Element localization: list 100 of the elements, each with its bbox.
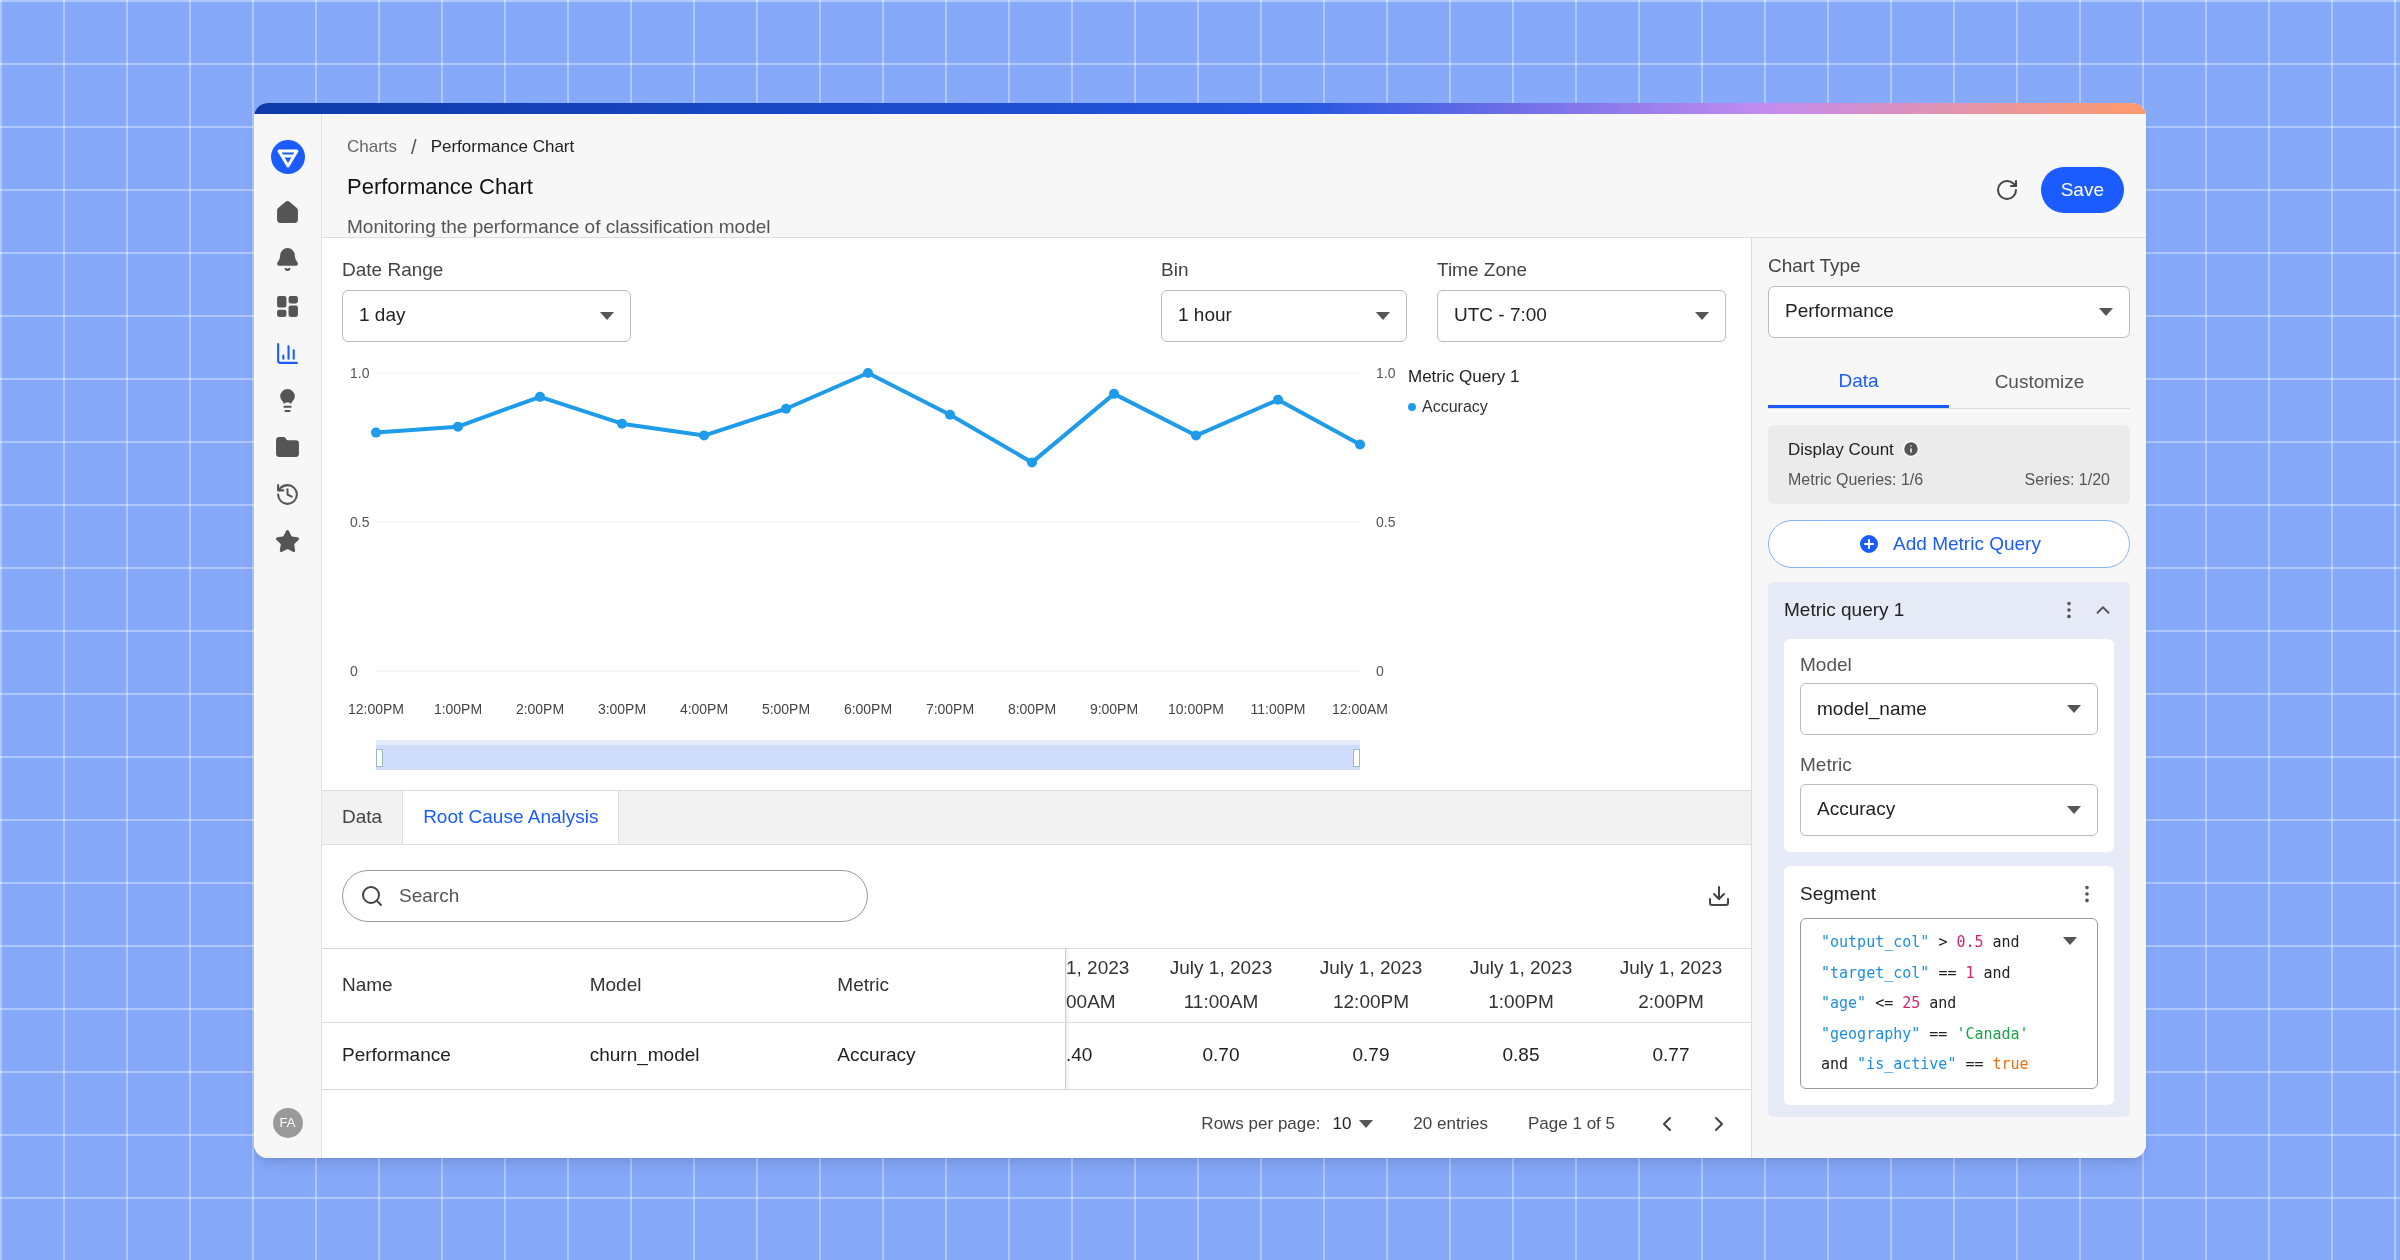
breadcrumb-link[interactable]: Charts: [347, 134, 398, 160]
dropdown-caret-icon: [1695, 311, 1709, 320]
page-indicator: Page 1 of 5: [1528, 1113, 1615, 1136]
chart-type-dropdown[interactable]: Performance: [1768, 285, 2130, 338]
bar-chart-icon[interactable]: [275, 341, 300, 366]
dropdown-field[interactable]: Accuracy: [1800, 783, 2098, 836]
star-icon[interactable]: [275, 529, 300, 554]
x-tick-label: 12:00PM: [348, 700, 404, 717]
dropdown-field[interactable]: 1 hour: [1161, 289, 1407, 342]
info-icon[interactable]: [1901, 440, 1920, 459]
rows-per-page-select[interactable]: 10: [1332, 1111, 1374, 1137]
code-line: "target_col" == 1 and: [1821, 962, 2012, 984]
field-label: Time Zone: [1437, 258, 1529, 282]
x-tick-label: 2:00PM: [515, 700, 565, 717]
dropdown-caret-icon: [1376, 311, 1390, 320]
table-cell-text: 0.77: [1651, 1043, 1691, 1068]
data-point: [945, 409, 955, 420]
legend-label: Accuracy: [1422, 397, 1488, 417]
data-point: [535, 391, 545, 402]
dropdown-field[interactable]: 1 day: [342, 289, 631, 342]
segment-code-field[interactable]: "output_col" > 0.5 and "target_col" == 1 and "age" <= 25 and "geography" == 'Canada' and "is_active" == true: [1800, 918, 2098, 1089]
segment-title: Segment: [1800, 881, 1877, 906]
column-header: Name: [341, 972, 394, 997]
field-label: Metric: [1800, 753, 1853, 777]
column-header: Model: [588, 972, 643, 997]
x-tick-label: 10:00PM: [1168, 700, 1224, 717]
bell-icon[interactable]: [275, 247, 300, 272]
column-header: July 1, 2023 1:00PM: [1468, 955, 1574, 1015]
metric-queries-count: Metric Queries: 1/6: [1788, 470, 1924, 490]
tab[interactable]: Customize: [1949, 357, 2130, 408]
home-icon[interactable]: [275, 200, 300, 225]
table-cell-text: .40: [1066, 1043, 1094, 1068]
table-cell-text: 0.70: [1201, 1043, 1241, 1068]
column-header: July 1, 2023 12:00PM: [1318, 955, 1424, 1015]
data-point: [1109, 388, 1119, 399]
y-tick-label: 0: [1376, 662, 1384, 679]
data-point: [781, 403, 791, 414]
data-point: [1191, 430, 1201, 441]
field-label: Bin: [1161, 258, 1190, 282]
tab[interactable]: Root Cause Analysis: [403, 790, 620, 845]
breadcrumb-current: Performance Chart: [430, 136, 575, 159]
display-count-title: Display Count: [1788, 438, 1894, 461]
table-cell-text: 0.79: [1351, 1043, 1391, 1068]
table-cell-text: Accuracy: [836, 1043, 917, 1068]
search-icon: [360, 884, 384, 909]
data-point: [1027, 456, 1037, 467]
legend-title: Metric Query 1: [1408, 365, 1520, 388]
x-tick-label: 4:00PM: [679, 700, 729, 717]
page-subtitle: Monitoring the performance of classification model: [347, 215, 771, 239]
field-label: Chart Type: [1768, 254, 1862, 278]
dropdown-caret-icon: [1359, 1119, 1374, 1128]
tab[interactable]: Data: [1768, 357, 1949, 408]
column-header: July 1, 2023 2:00PM: [1618, 955, 1724, 1015]
x-tick-label: 1:00PM: [433, 700, 483, 717]
x-tick-label: 8:00PM: [1007, 700, 1057, 717]
column-header: July 1, 2023 11:00AM: [1168, 955, 1274, 1015]
dropdown-field[interactable]: UTC - 7:00: [1437, 289, 1726, 342]
dropdown-caret-icon: [2067, 705, 2081, 713]
download-icon[interactable]: [1707, 884, 1731, 909]
x-tick-label: 11:00PM: [1250, 700, 1306, 717]
data-point: [863, 367, 873, 378]
column-header: Metric: [836, 972, 891, 997]
range-slider[interactable]: [376, 739, 1360, 770]
data-point: [453, 421, 463, 432]
history-icon[interactable]: [275, 482, 300, 507]
add-metric-query-button[interactable]: Add Metric Query: [1768, 520, 2130, 568]
data-point: [371, 427, 381, 438]
folder-icon[interactable]: [275, 435, 300, 460]
y-tick-label: 1.0: [350, 364, 370, 381]
code-line: "geography" == 'Canada': [1821, 1023, 2029, 1045]
code-line: "output_col" > 0.5 and: [1821, 932, 2021, 953]
dashboard-icon[interactable]: [275, 294, 300, 319]
data-point: [1355, 439, 1365, 449]
data-point: [699, 430, 709, 441]
field-label: Model: [1800, 652, 1853, 677]
y-tick-label: 0: [350, 662, 358, 679]
entries-count: 20 entries: [1413, 1113, 1489, 1136]
refresh-icon[interactable]: [1994, 178, 2019, 202]
data-point: [1273, 394, 1283, 405]
x-tick-label: 9:00PM: [1089, 700, 1139, 717]
data-point: [617, 418, 627, 429]
y-tick-label: 0.5: [1376, 513, 1396, 530]
dropdown-caret-icon: [2067, 805, 2081, 814]
dropdown-caret-icon: [2063, 937, 2077, 945]
x-tick-label: 6:00PM: [843, 700, 893, 717]
dropdown-caret-icon: [2099, 307, 2113, 316]
x-tick-label: 7:00PM: [925, 700, 975, 717]
search-field[interactable]: Search: [342, 870, 868, 923]
table-cell-text: churn_model: [588, 1043, 701, 1068]
save-button[interactable]: Save: [2040, 167, 2124, 213]
code-line: "age" <= 25 and: [1821, 993, 1958, 1014]
x-tick-label: 12:00AM: [1332, 700, 1388, 717]
dropdown-field[interactable]: model_name: [1800, 683, 2098, 735]
breadcrumb-separator: /: [411, 135, 417, 160]
dropdown-caret-icon: [600, 311, 614, 320]
rows-per-page-label: Rows per page:: [1201, 1113, 1321, 1136]
field-label: Date Range: [342, 258, 445, 282]
x-tick-label: 3:00PM: [597, 700, 647, 717]
x-tick-label: 5:00PM: [761, 700, 811, 717]
y-tick-label: 1.0: [1376, 364, 1396, 381]
